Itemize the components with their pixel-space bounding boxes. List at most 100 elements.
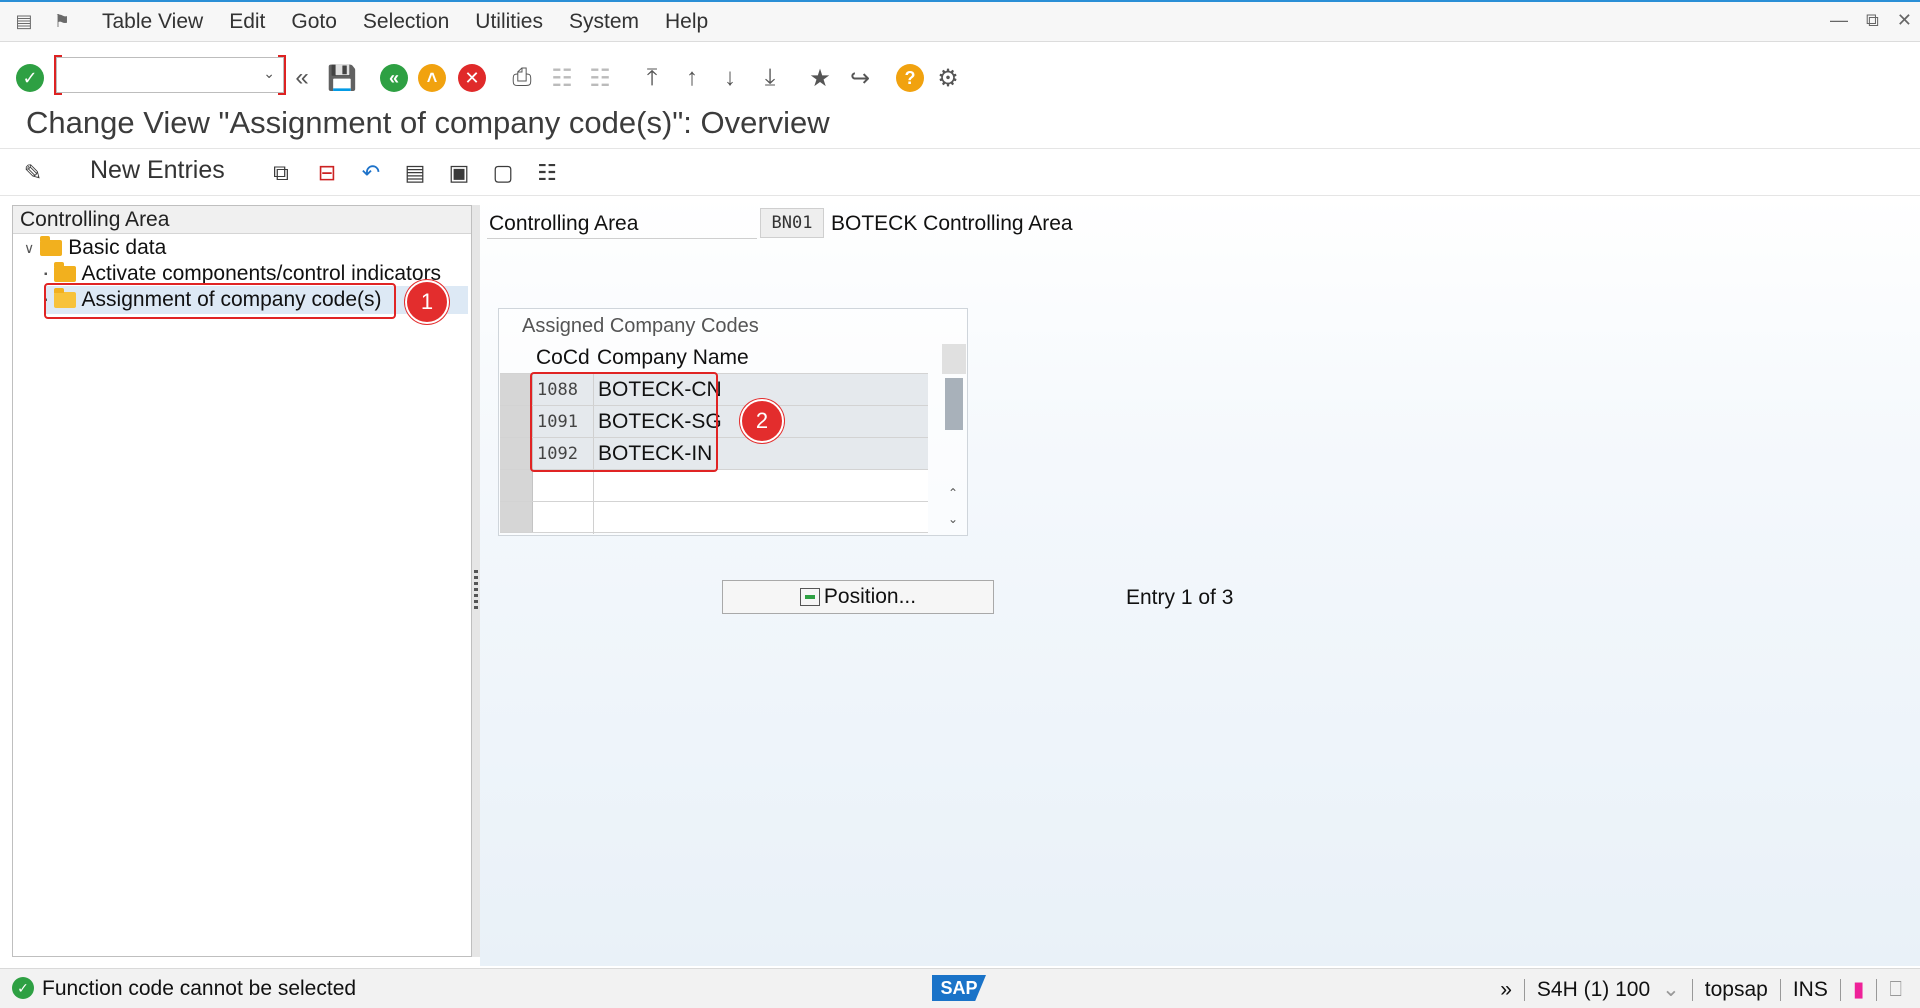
cell-cocd-empty[interactable]: [534, 470, 594, 502]
performance-icon[interactable]: ▮: [1853, 977, 1865, 1002]
first-page-icon[interactable]: ⤒: [636, 62, 668, 94]
insert-mode[interactable]: INS: [1793, 978, 1828, 1002]
exit-button[interactable]: ˄: [416, 62, 448, 94]
help-icon: ?: [896, 64, 924, 92]
check-icon: ✓: [16, 64, 44, 92]
select-block-icon[interactable]: ▣: [444, 158, 474, 188]
undo-change-icon[interactable]: ↶: [356, 158, 386, 188]
bullet-icon: ▪: [44, 268, 48, 280]
chevron-down-icon[interactable]: ⌄: [1662, 977, 1680, 1002]
table-vertical-scrollbar[interactable]: ⌃ ⌄: [942, 344, 966, 534]
deselect-all-icon[interactable]: ▢: [488, 158, 518, 188]
back-icon: «: [380, 64, 408, 92]
command-field[interactable]: ⌄: [54, 55, 286, 95]
column-header-company-name[interactable]: Company Name: [597, 343, 749, 373]
system-info: » S4H (1) 100 ⌄ topsap INS ▮ ⎕: [1500, 977, 1902, 1002]
menu-goto[interactable]: Goto: [291, 10, 337, 34]
annotation-box-2: [530, 372, 718, 472]
select-all-icon[interactable]: ▤: [400, 158, 430, 188]
menu-edit[interactable]: Edit: [229, 10, 265, 34]
back-button[interactable]: «: [378, 62, 410, 94]
menu-system[interactable]: System: [569, 10, 639, 34]
scrollbar-thumb[interactable]: [945, 378, 963, 430]
close-window-icon[interactable]: ✕: [1897, 10, 1912, 31]
collapse-command-icon[interactable]: «: [286, 62, 318, 94]
status-bar: ✓ Function code cannot be selected SAP »…: [0, 968, 1920, 1008]
previous-page-icon[interactable]: ↑: [676, 62, 708, 94]
position-button-label: Position...: [823, 585, 917, 608]
folder-icon: [40, 236, 63, 256]
lock-icon[interactable]: ⎕: [1889, 978, 1902, 1002]
controlling-area-description: BOTECK Controlling Area: [831, 212, 1073, 235]
chevron-down-icon[interactable]: ∨: [24, 240, 34, 257]
system-client: S4H (1) 100: [1536, 977, 1651, 1001]
print-icon[interactable]: ⎙: [506, 62, 538, 94]
title-divider: [0, 148, 1920, 149]
display-change-icon[interactable]: ✎: [18, 158, 48, 188]
last-page-icon[interactable]: ⤓: [754, 62, 786, 94]
user-name: topsap: [1704, 977, 1768, 1001]
column-header-cocd[interactable]: CoCd: [536, 343, 590, 373]
next-page-icon[interactable]: ↓: [714, 62, 746, 94]
row-selector[interactable]: [500, 502, 533, 532]
command-field-highlight-left: [54, 55, 62, 95]
new-entries-button[interactable]: New Entries: [90, 156, 225, 185]
chevron-down-icon[interactable]: ⌄: [263, 65, 275, 82]
scroll-up-icon[interactable]: ⌃: [948, 486, 958, 500]
page-title: Change View "Assignment of company code(…: [26, 105, 830, 140]
row-selector[interactable]: [500, 438, 533, 469]
menu-table-view[interactable]: Table View: [102, 10, 203, 34]
position-icon: [799, 588, 820, 606]
row-selector[interactable]: [500, 374, 533, 405]
sap-logo: SAP: [932, 975, 986, 1001]
expand-status-icon[interactable]: »: [1500, 978, 1512, 1002]
tree-node-label: Basic data: [68, 236, 167, 259]
create-session-icon[interactable]: ★: [804, 62, 836, 94]
controlling-area-label: Controlling Area: [489, 212, 639, 235]
status-separator: [1839, 978, 1841, 1001]
save-icon[interactable]: 💾: [326, 62, 358, 94]
settings-gear-icon[interactable]: ⚙: [932, 62, 964, 94]
status-separator: [1779, 978, 1781, 1001]
status-message[interactable]: Function code cannot be selected: [42, 977, 356, 1001]
table-title: Assigned Company Codes: [522, 315, 759, 337]
customize-layout-icon[interactable]: ⚑: [48, 11, 76, 33]
window-controls: — ⧉ ✕: [1830, 10, 1912, 31]
command-field-highlight-right: [278, 55, 286, 95]
cancel-button[interactable]: ✕: [456, 62, 488, 94]
cancel-icon: ✕: [458, 64, 486, 92]
scrollbar-corner: [942, 344, 966, 374]
menu-utilities[interactable]: Utilities: [475, 10, 543, 34]
panel-splitter[interactable]: [472, 205, 480, 957]
restore-icon[interactable]: ⧉: [1866, 10, 1879, 31]
splitter-grip-icon[interactable]: [474, 570, 478, 610]
cell-cocd-empty[interactable]: [534, 502, 594, 534]
annotation-badge-1: 1: [405, 280, 449, 324]
annotation-box-1: [44, 283, 396, 319]
controlling-area-value: BN01: [760, 208, 824, 238]
enter-button[interactable]: ✓: [14, 62, 46, 94]
print-field-names-icon[interactable]: ☷: [532, 158, 562, 188]
delete-icon[interactable]: ⊟: [312, 158, 342, 188]
menu-bar: ▤ ⚑ Table View Edit Goto Selection Utili…: [0, 2, 1920, 42]
table-row-empty[interactable]: [500, 501, 928, 534]
help-button[interactable]: ?: [894, 62, 926, 94]
entry-counter: Entry 1 of 3: [1126, 586, 1234, 609]
scroll-down-icon[interactable]: ⌄: [948, 512, 958, 526]
status-separator: [1876, 978, 1878, 1001]
tree-header: Controlling Area: [13, 206, 471, 234]
menu-help[interactable]: Help: [665, 10, 708, 34]
find-next-icon[interactable]: ☷: [584, 62, 616, 94]
window-menu-icon[interactable]: ▤: [10, 11, 38, 33]
copy-as-icon[interactable]: ⧉: [266, 158, 296, 188]
annotation-badge-2: 2: [740, 399, 784, 443]
find-icon[interactable]: ☷: [546, 62, 578, 94]
menu-selection[interactable]: Selection: [363, 10, 449, 34]
row-selector[interactable]: [500, 470, 533, 501]
tree-node-basic-data[interactable]: ∨ Basic data: [24, 236, 166, 260]
position-button[interactable]: Position...: [722, 580, 994, 614]
table-row-empty[interactable]: [500, 469, 928, 502]
generate-shortcut-icon[interactable]: ↪: [844, 62, 876, 94]
row-selector[interactable]: [500, 406, 533, 437]
minimize-icon[interactable]: —: [1830, 10, 1848, 31]
